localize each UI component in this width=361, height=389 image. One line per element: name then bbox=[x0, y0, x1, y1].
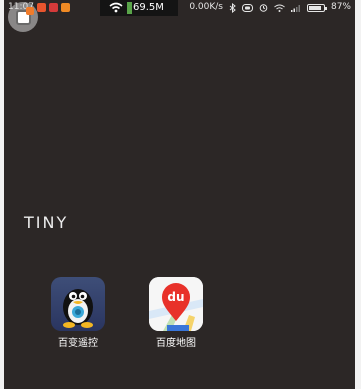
home-screen: 11:07 69.5M 0.00K/s bbox=[4, 0, 355, 389]
widget-label: TINY bbox=[24, 213, 69, 232]
app-baidu-map[interactable]: du 百度地图 bbox=[141, 277, 211, 350]
notification-icon bbox=[36, 3, 46, 12]
battery-percent: 87% bbox=[330, 2, 351, 12]
wifi-icon bbox=[109, 2, 123, 13]
baidu-map-icon: du bbox=[149, 277, 203, 331]
app-baibian-remote[interactable]: 百变遥控 bbox=[43, 277, 113, 350]
cell-signal-icon bbox=[290, 4, 300, 12]
svg-text:du: du bbox=[167, 290, 184, 304]
app-label: 百度地图 bbox=[156, 338, 196, 349]
network-rate: 0.00K/s bbox=[189, 2, 223, 12]
alarm-icon bbox=[259, 4, 268, 12]
badge-icon bbox=[25, 6, 34, 15]
battery-icon bbox=[306, 3, 327, 12]
floating-assistant-button[interactable] bbox=[8, 2, 38, 32]
screenshot-icon bbox=[15, 6, 34, 25]
status-bar: 11:07 69.5M 0.00K/s bbox=[4, 0, 355, 16]
penguin-remote-icon bbox=[51, 277, 105, 331]
status-bar-right: 0.00K/s 87% bbox=[189, 2, 351, 13]
speed-bar bbox=[127, 2, 132, 14]
notification-icon bbox=[60, 3, 70, 12]
battery-fill bbox=[308, 5, 322, 10]
app-label: 百变遥控 bbox=[58, 338, 98, 349]
wifi-signal-icon bbox=[274, 4, 285, 12]
bluetooth-icon bbox=[229, 2, 236, 13]
network-speed-value: 69.5M bbox=[133, 2, 164, 13]
notification-icon bbox=[48, 3, 58, 12]
network-speed-widget: 69.5M bbox=[100, 0, 178, 16]
mute-icon bbox=[241, 3, 253, 12]
tiny-widget[interactable]: TINY bbox=[24, 213, 68, 232]
